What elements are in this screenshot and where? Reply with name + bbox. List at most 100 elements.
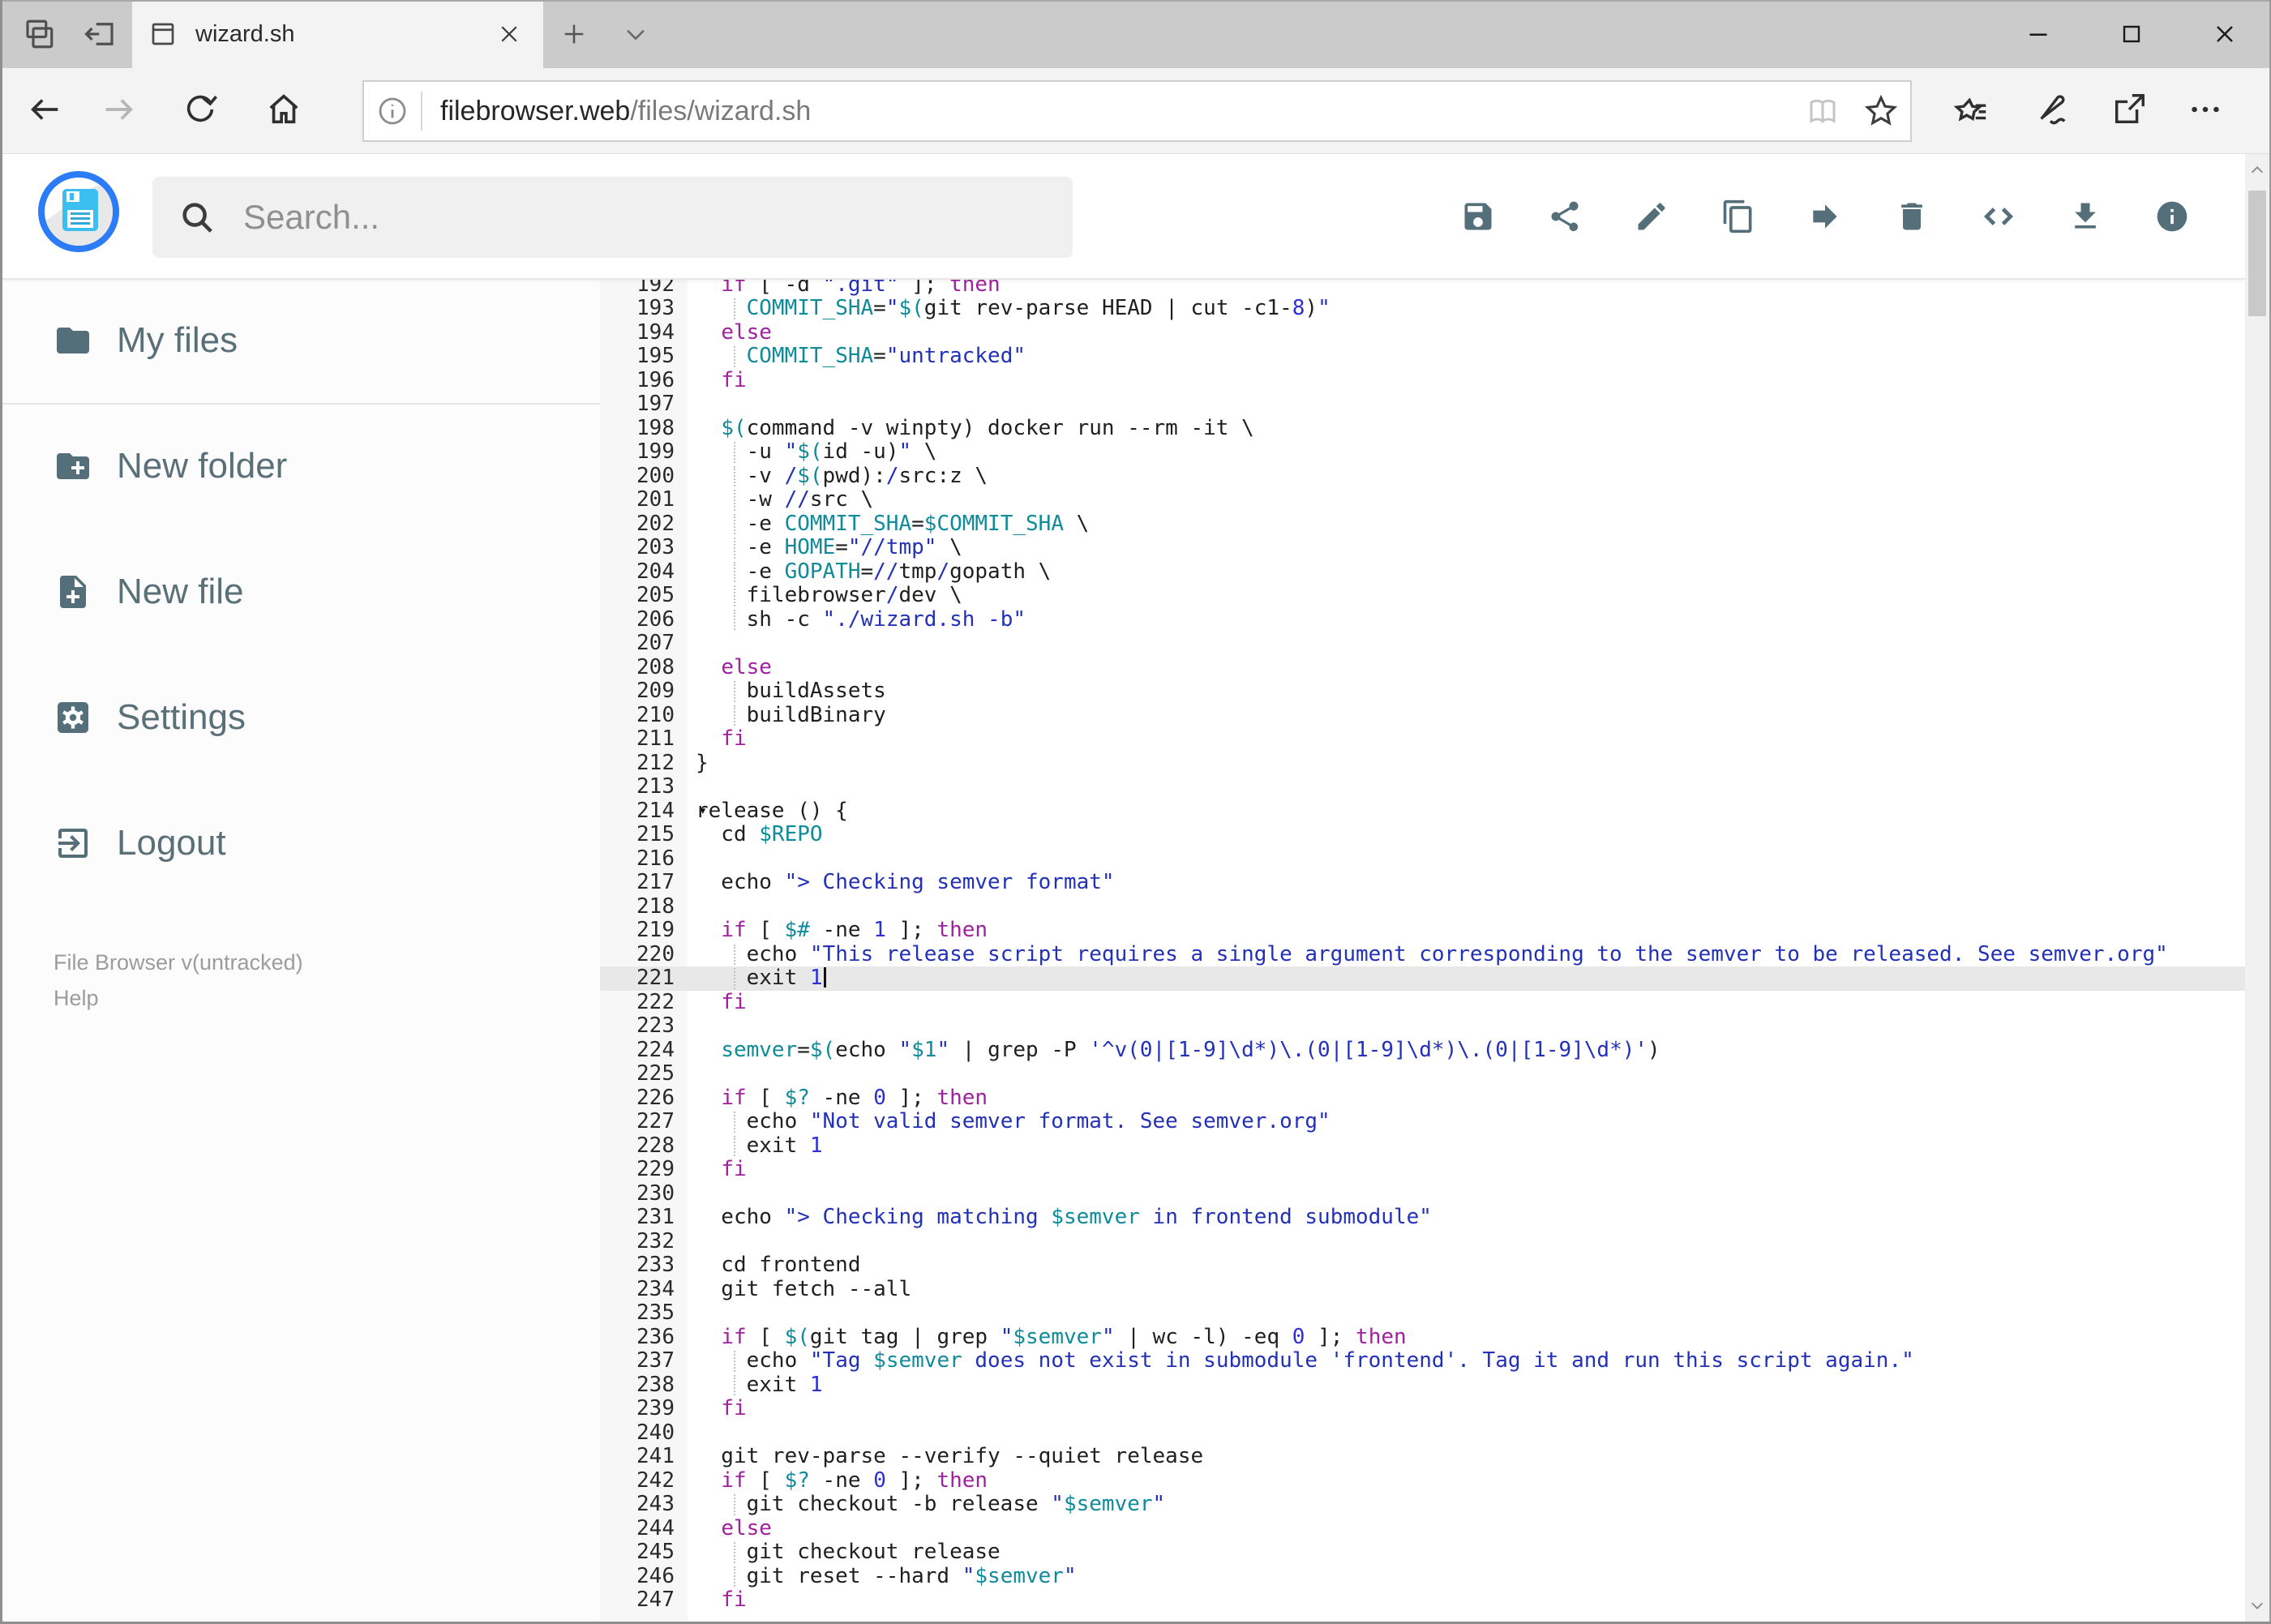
- search-box[interactable]: [152, 177, 1073, 258]
- code-line[interactable]: 200 -v /$(pwd):/src:z \: [600, 464, 2245, 489]
- code-line[interactable]: 244 else: [600, 1516, 2245, 1541]
- code-line[interactable]: 243 git checkout -b release "$semver": [600, 1492, 2245, 1517]
- code-line[interactable]: 207: [600, 631, 2245, 656]
- code-line[interactable]: 215 cd $REPO: [600, 822, 2245, 847]
- code-line[interactable]: 203 -e HOME="//tmp" \: [600, 535, 2245, 560]
- set-tabs-aside-button[interactable]: [71, 0, 130, 68]
- forward-button[interactable]: [84, 75, 152, 144]
- scrollbar-thumb[interactable]: [2248, 191, 2266, 316]
- code-view-button[interactable]: [1981, 181, 2016, 252]
- code-line[interactable]: 218: [600, 894, 2245, 919]
- home-button[interactable]: [250, 75, 318, 144]
- share-button[interactable]: [2095, 75, 2163, 144]
- code-line[interactable]: 211 fi: [600, 726, 2245, 752]
- code-line[interactable]: 223: [600, 1013, 2245, 1039]
- code-line[interactable]: 227 echo "Not valid semver format. See s…: [600, 1109, 2245, 1134]
- code-line[interactable]: 232: [600, 1229, 2245, 1254]
- scroll-down-button[interactable]: [2245, 1589, 2269, 1622]
- code-line[interactable]: 222 fi: [600, 990, 2245, 1015]
- code-line[interactable]: 234 git fetch --all: [600, 1277, 2245, 1302]
- code-line[interactable]: 192 if [ -d ".git" ]; then: [600, 280, 2245, 297]
- sidebar-item-my-files[interactable]: My files: [2, 296, 600, 385]
- delete-button[interactable]: [1894, 181, 1930, 252]
- search-input[interactable]: [242, 197, 975, 238]
- add-favorite-button[interactable]: [1852, 82, 1910, 140]
- info-button[interactable]: [2154, 181, 2190, 252]
- address-bar[interactable]: filebrowser.web/files/wizard.sh: [362, 80, 1912, 142]
- annotate-button[interactable]: [2016, 75, 2085, 144]
- code-line[interactable]: 217 echo "> Checking semver format": [600, 870, 2245, 895]
- share-file-button[interactable]: [1547, 181, 1583, 252]
- code-line[interactable]: 198 $(command -v winpty) docker run --rm…: [600, 416, 2245, 441]
- code-line[interactable]: 226 if [ $? -ne 0 ]; then: [600, 1086, 2245, 1111]
- sidebar-item-logout[interactable]: Logout: [2, 799, 600, 888]
- code-line[interactable]: 236 if [ $(git tag | grep "$semver" | wc…: [600, 1325, 2245, 1350]
- code-line[interactable]: 208 else: [600, 655, 2245, 680]
- tab-preview-button[interactable]: [10, 0, 68, 68]
- copy-button[interactable]: [1720, 181, 1756, 252]
- code-editor[interactable]: 192 if [ -d ".git" ]; then 193 COMMIT_SHA…: [600, 280, 2245, 1622]
- code-line[interactable]: 228 exit 1: [600, 1133, 2245, 1159]
- minimize-button[interactable]: [1991, 0, 2085, 68]
- download-button[interactable]: [2067, 181, 2103, 252]
- code-line[interactable]: 204 -e GOPATH=//tmp/gopath \: [600, 559, 2245, 585]
- code-line[interactable]: 237 echo "Tag $semver does not exist in …: [600, 1348, 2245, 1373]
- code-line[interactable]: 210 buildBinary: [600, 703, 2245, 728]
- settings-menu-button[interactable]: [2171, 75, 2239, 144]
- sidebar-item-new-folder[interactable]: New folder: [2, 422, 600, 511]
- code-line[interactable]: 197: [600, 392, 2245, 417]
- back-button[interactable]: [11, 75, 79, 144]
- site-info-button[interactable]: [364, 95, 421, 127]
- code-line[interactable]: 231 echo "> Checking matching $semver in…: [600, 1205, 2245, 1230]
- maximize-button[interactable]: [2085, 0, 2178, 68]
- help-link[interactable]: Help: [54, 980, 303, 1016]
- edit-button[interactable]: [1634, 181, 1669, 252]
- sidebar-item-new-file[interactable]: New file: [2, 547, 600, 636]
- browser-tab[interactable]: wizard.sh: [132, 0, 543, 68]
- new-tab-button[interactable]: [548, 0, 600, 68]
- code-line[interactable]: 195 COMMIT_SHA="untracked": [600, 344, 2245, 369]
- code-line[interactable]: 247 fi: [600, 1588, 2245, 1613]
- code-line[interactable]: 213: [600, 774, 2245, 799]
- code-line[interactable]: 240: [600, 1420, 2245, 1446]
- code-line[interactable]: 199 -u "$(id -u)" \: [600, 439, 2245, 465]
- page-scrollbar[interactable]: [2245, 154, 2269, 1622]
- close-window-button[interactable]: [2178, 0, 2271, 68]
- code-line[interactable]: 239 fi: [600, 1396, 2245, 1421]
- code-line[interactable]: 224 semver=$(echo "$1" | grep -P '^v(0|[…: [600, 1038, 2245, 1063]
- code-line[interactable]: 209 buildAssets: [600, 679, 2245, 704]
- sidebar-item-settings[interactable]: Settings: [2, 673, 600, 762]
- code-line[interactable]: 233 cd frontend: [600, 1253, 2245, 1278]
- code-line[interactable]: 229 fi: [600, 1157, 2245, 1182]
- code-line[interactable]: 220 echo "This release script requires a…: [600, 942, 2245, 967]
- save-button[interactable]: [1460, 181, 1496, 252]
- code-line[interactable]: 196 fi: [600, 368, 2245, 393]
- scroll-up-button[interactable]: [2245, 154, 2269, 186]
- code-line[interactable]: 221 exit 1: [600, 966, 2245, 991]
- code-line[interactable]: 206 sh -c "./wizard.sh -b": [600, 607, 2245, 632]
- code-line[interactable]: 235: [600, 1300, 2245, 1326]
- code-line[interactable]: 202 -e COMMIT_SHA=$COMMIT_SHA \: [600, 512, 2245, 537]
- code-line[interactable]: 214 ▾ release () {: [600, 799, 2245, 824]
- file-browser-logo[interactable]: [38, 171, 119, 252]
- code-line[interactable]: 201 -w //src \: [600, 487, 2245, 512]
- code-line[interactable]: 241 git rev-parse --verify --quiet relea…: [600, 1444, 2245, 1469]
- code-line[interactable]: 193 COMMIT_SHA="$(git rev-parse HEAD | c…: [600, 296, 2245, 321]
- tab-close-button[interactable]: [491, 16, 527, 52]
- tab-list-button[interactable]: [610, 0, 662, 68]
- code-line[interactable]: 194 else: [600, 320, 2245, 345]
- reading-view-button[interactable]: [1793, 82, 1852, 140]
- code-line[interactable]: 246 git reset --hard "$semver": [600, 1564, 2245, 1589]
- code-line[interactable]: 230: [600, 1181, 2245, 1206]
- move-button[interactable]: [1807, 181, 1843, 252]
- code-line[interactable]: 205 filebrowser/dev \: [600, 583, 2245, 608]
- code-line[interactable]: 216: [600, 846, 2245, 872]
- code-line[interactable]: 238 exit 1: [600, 1373, 2245, 1398]
- code-line[interactable]: 225: [600, 1061, 2245, 1086]
- code-line[interactable]: 245 git checkout release: [600, 1540, 2245, 1565]
- code-line[interactable]: 219 if [ $# -ne 1 ]; then: [600, 918, 2245, 943]
- code-line[interactable]: 212}: [600, 751, 2245, 776]
- code-line[interactable]: 242 if [ $? -ne 0 ]; then: [600, 1468, 2245, 1493]
- hub-favorites-button[interactable]: [1938, 75, 2006, 144]
- refresh-button[interactable]: [166, 75, 234, 144]
